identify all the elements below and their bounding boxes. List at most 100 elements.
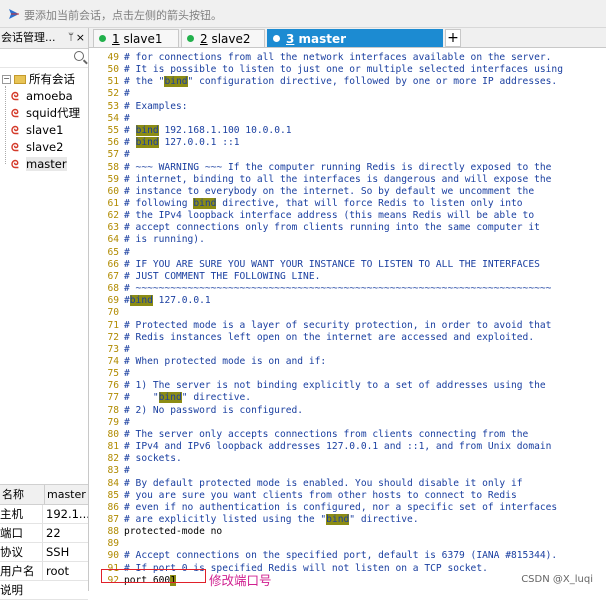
tab-number: 3 bbox=[286, 32, 295, 46]
session-item-master[interactable]: ᘓ master bbox=[0, 156, 88, 173]
code-text: # the IPv4 loopback interface address (t… bbox=[124, 210, 534, 222]
code-segment: # IF YOU ARE SURE YOU WANT YOUR INSTANCE… bbox=[124, 259, 540, 270]
code-text: # When protected mode is on and if: bbox=[124, 356, 326, 368]
code-text: # It is possible to listen to just one o… bbox=[124, 64, 563, 76]
line-number: 83 bbox=[107, 465, 119, 476]
line-number: 54 bbox=[107, 113, 119, 124]
send-arrow-icon[interactable] bbox=[8, 8, 20, 20]
property-row-username[interactable]: 用户名 root bbox=[0, 562, 88, 581]
property-key: 用户名 bbox=[0, 564, 35, 578]
code-text: # ~~~~~~~~~~~~~~~~~~~~~~~~~~~~~~~~~~~~~~… bbox=[124, 283, 551, 295]
line-number: 68 bbox=[107, 283, 119, 294]
code-segment: # " bbox=[124, 392, 159, 403]
session-item-slave1[interactable]: ᘓ slave1 bbox=[0, 122, 88, 139]
line-number: 75 bbox=[107, 368, 119, 379]
tree-root-all-sessions[interactable]: − 所有会话 bbox=[0, 71, 88, 88]
session-label: slave2 bbox=[26, 140, 64, 154]
code-text: protected-mode no bbox=[124, 526, 222, 538]
tab-master[interactable]: 3 master bbox=[267, 29, 443, 47]
code-segment: # IPv4 and IPv6 loopback addresses 127.0… bbox=[124, 441, 552, 452]
line-number: 52 bbox=[107, 88, 119, 99]
tab-label: master bbox=[298, 32, 347, 46]
code-segment: # Accept connections on the specified po… bbox=[124, 550, 558, 561]
property-row-host[interactable]: 主机 192.1... bbox=[0, 505, 88, 524]
tree-root-label: 所有会话 bbox=[29, 72, 75, 86]
property-key: 说明 bbox=[0, 583, 23, 597]
line-number: 59 bbox=[107, 174, 119, 185]
session-label: amoeba bbox=[26, 89, 73, 103]
tab-label: slave1 bbox=[123, 32, 163, 46]
session-item-slave2[interactable]: ᘓ slave2 bbox=[0, 139, 88, 156]
code-segment: # accept connections only from clients r… bbox=[124, 222, 540, 233]
code-text: # are explicitly listed using the "bind"… bbox=[124, 514, 419, 526]
line-number: 81 bbox=[107, 441, 119, 452]
code-segment: # Protected mode is a layer of security … bbox=[124, 320, 552, 331]
code-segment: # bbox=[124, 137, 136, 148]
property-row-protocol[interactable]: 协议 SSH bbox=[0, 543, 88, 562]
code-text: #bind 127.0.0.1 bbox=[124, 295, 211, 307]
line-number: 84 bbox=[107, 478, 119, 489]
watermark: CSDN @X_luqi bbox=[521, 574, 593, 585]
code-text: # Protected mode is a layer of security … bbox=[124, 320, 551, 332]
line-number: 90 bbox=[107, 550, 119, 561]
code-text: # is running). bbox=[124, 234, 205, 246]
code-segment: # Redis instances left open on the inter… bbox=[124, 332, 535, 343]
code-text: # accept connections only from clients r… bbox=[124, 222, 540, 234]
session-icon: ᘓ bbox=[11, 90, 19, 103]
search-highlight: bind bbox=[158, 392, 182, 403]
line-number: 78 bbox=[107, 405, 119, 416]
session-item-amoeba[interactable]: ᘓ amoeba bbox=[0, 88, 88, 105]
new-tab-button[interactable]: + bbox=[445, 29, 461, 47]
tab-slave1[interactable]: 1 slave1 bbox=[93, 29, 179, 47]
code-segment: " directive. bbox=[181, 392, 252, 403]
property-key: 协议 bbox=[0, 545, 23, 559]
collapse-icon[interactable]: − bbox=[2, 75, 11, 84]
tab-number: 2 bbox=[200, 32, 208, 46]
property-value: root bbox=[42, 562, 88, 580]
code-segment: # instance to everybody on the internet.… bbox=[124, 186, 535, 197]
search-highlight: bind bbox=[135, 125, 159, 136]
pin-icon[interactable]: ᛘ bbox=[68, 28, 74, 48]
code-text: # bbox=[124, 368, 130, 380]
code-text: # Examples: bbox=[124, 101, 188, 113]
session-panel-header: 会话管理... ᛘ × bbox=[0, 28, 88, 49]
line-number: 79 bbox=[107, 417, 119, 428]
terminal-editor[interactable]: 92 port 6001 91 # If port 0 is specified Re… bbox=[89, 49, 606, 591]
code-segment: # bbox=[124, 368, 130, 379]
line-number: 64 bbox=[107, 234, 119, 245]
line-number: 63 bbox=[107, 222, 119, 233]
session-search[interactable] bbox=[0, 49, 88, 68]
code-segment: # bbox=[124, 295, 130, 306]
code-segment: 127.0.0.1 bbox=[152, 295, 211, 306]
property-value: 192.1... bbox=[42, 505, 88, 523]
search-highlight: bind bbox=[326, 514, 350, 525]
code-text: # even if no authentication is configure… bbox=[124, 502, 557, 514]
code-segment: # JUST COMMENT THE FOLLOWING LINE. bbox=[124, 271, 321, 282]
code-text: # 1) The server is not binding explicitl… bbox=[124, 380, 546, 392]
code-segment: # ~~~ WARNING ~~~ If the computer runnin… bbox=[124, 162, 552, 173]
code-segment: 192.168.1.100 10.0.0.1 bbox=[158, 125, 292, 136]
code-segment: # sockets. bbox=[124, 453, 182, 464]
line-number: 71 bbox=[107, 320, 119, 331]
property-row-port[interactable]: 端口 22 bbox=[0, 524, 88, 543]
search-icon[interactable] bbox=[74, 51, 84, 61]
code-segment: # for connections from all the network i… bbox=[124, 52, 552, 63]
close-icon[interactable]: × bbox=[76, 28, 85, 48]
tab-slave2[interactable]: 2 slave2 bbox=[181, 29, 265, 47]
property-key: 主机 bbox=[0, 507, 23, 521]
line-number: 85 bbox=[107, 490, 119, 501]
line-number: 56 bbox=[107, 137, 119, 148]
line-number: 67 bbox=[107, 271, 119, 282]
code-segment: # even if no authentication is configure… bbox=[124, 502, 558, 513]
line-number: 65 bbox=[107, 247, 119, 258]
code-segment: # The server only accepts connections fr… bbox=[124, 429, 529, 440]
code-text: # bbox=[124, 88, 130, 100]
connected-status-icon bbox=[187, 35, 194, 42]
code-text: # bbox=[124, 344, 130, 356]
tab-number: 1 bbox=[112, 32, 120, 46]
session-label: slave1 bbox=[26, 123, 64, 137]
code-segment: " configuration directive, followed by o… bbox=[187, 76, 558, 87]
line-number: 55 bbox=[107, 125, 119, 136]
code-segment: # bbox=[124, 465, 130, 476]
session-item-squid[interactable]: ᘓ squid代理 bbox=[0, 105, 88, 122]
